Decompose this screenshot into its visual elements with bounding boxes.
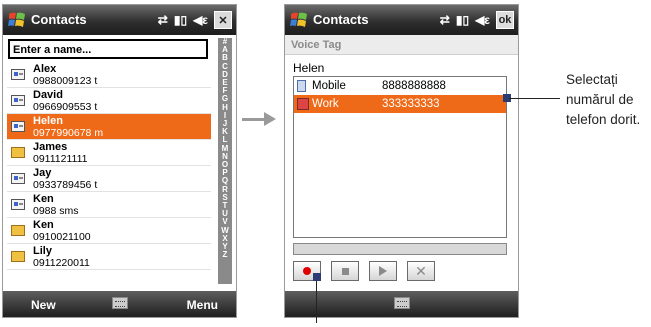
keyboard-icon[interactable]	[393, 297, 410, 309]
mobile-phone-icon	[297, 80, 306, 92]
contact-name: Helen	[293, 61, 325, 75]
contact-row[interactable]: Ken 0910021100	[7, 218, 211, 244]
play-icon	[379, 266, 387, 276]
contact-card-icon	[11, 173, 25, 184]
contact-name: Helen	[33, 115, 63, 127]
app-title: Contacts	[31, 12, 87, 27]
sync-icon[interactable]: ⇄	[158, 13, 168, 27]
voice-tag-screen: Contacts ⇄ ▮▯ ◀ε ok Voice Tag Helen Mobi…	[284, 4, 519, 318]
alphabet-letter[interactable]: Z	[218, 251, 232, 259]
flow-arrow-line	[242, 118, 266, 121]
contact-row[interactable]: Helen 0977990678 m	[7, 114, 211, 140]
contact-row[interactable]: James 0911121111	[7, 140, 211, 166]
record-icon	[303, 267, 311, 275]
contact-name: Ken	[33, 219, 54, 231]
keyboard-icon[interactable]	[111, 297, 128, 309]
new-softkey[interactable]: New	[31, 298, 56, 312]
number-label: Mobile	[312, 80, 346, 92]
contact-detail: 0910021100	[33, 231, 91, 243]
record-callout-marker	[313, 273, 321, 281]
app-title: Contacts	[313, 12, 369, 27]
menu-softkey[interactable]: Menu	[187, 298, 218, 312]
work-phone-icon	[297, 98, 309, 110]
softkey-bar: New Menu	[3, 291, 236, 317]
contact-row[interactable]: David 0966909553 t	[7, 88, 211, 114]
stop-button[interactable]	[331, 261, 359, 281]
windows-start-icon[interactable]	[289, 10, 309, 30]
contact-name: Ken	[33, 193, 54, 205]
contact-card-icon	[11, 121, 25, 132]
phone-number-row[interactable]: Mobile 8888888888	[294, 77, 506, 95]
signal-icon[interactable]: ▮▯	[174, 13, 187, 27]
contact-note-icon	[11, 225, 25, 236]
title-bar: Contacts ⇄ ▮▯ ◀ε ok	[285, 5, 518, 35]
phone-number-row[interactable]: Work 333333333	[294, 95, 506, 113]
close-button[interactable]: ✕	[214, 11, 232, 29]
contact-detail: 0911220011	[33, 257, 90, 269]
number-value: 8888888888	[382, 80, 446, 92]
signal-icon[interactable]: ▮▯	[456, 13, 469, 27]
record-callout-line	[316, 281, 317, 323]
contact-card-icon	[11, 69, 25, 80]
softkey-bar	[285, 291, 518, 317]
windows-start-icon[interactable]	[7, 10, 27, 30]
contact-list: Alex 0988009123 t David 0966909553 t Helen 09…	[7, 62, 211, 270]
volume-icon[interactable]: ◀ε	[475, 13, 490, 27]
delete-icon: ✕	[415, 263, 427, 279]
contact-row[interactable]: Alex 0988009123 t	[7, 62, 211, 88]
contact-card-icon	[11, 199, 25, 210]
contact-note-icon	[11, 147, 25, 158]
contact-detail: 0933789456 t	[33, 179, 98, 191]
flow-arrow-head-icon	[264, 112, 276, 126]
recording-progress-bar	[293, 243, 507, 255]
title-bar: Contacts ⇄ ▮▯ ◀ε ✕	[3, 5, 236, 35]
contact-row[interactable]: Ken 0988 sms	[7, 192, 211, 218]
contact-name: David	[33, 89, 63, 101]
number-label: Work	[312, 98, 339, 110]
stop-icon	[341, 267, 349, 275]
ok-button[interactable]: ok	[496, 11, 514, 29]
contact-note-icon	[11, 251, 25, 262]
contact-row[interactable]: Lily 0911220011	[7, 244, 211, 270]
contact-detail: 0911121111	[33, 153, 88, 165]
contact-detail: 0988 sms	[33, 205, 79, 217]
contact-name: James	[33, 141, 68, 153]
contact-detail: 0988009123 t	[33, 75, 98, 87]
search-input[interactable]: Enter a name...	[8, 39, 208, 59]
contact-card-icon	[11, 95, 25, 106]
volume-icon[interactable]: ◀ε	[193, 13, 208, 27]
contact-detail: 0966909553 t	[33, 101, 98, 113]
alphabet-index[interactable]: # A B C D E F G H I J K L M N O P Q R S T U V W X Y Z	[218, 37, 232, 284]
contact-name: Alex	[33, 63, 57, 75]
callout-line	[509, 98, 560, 99]
contact-row[interactable]: Jay 0933789456 t	[7, 166, 211, 192]
sync-icon[interactable]: ⇄	[440, 13, 450, 27]
contact-name: Lily	[33, 245, 52, 257]
contact-name: Jay	[33, 167, 52, 179]
callout-text: Selectați numărul de telefon dorit.	[566, 72, 641, 127]
play-button[interactable]	[369, 261, 397, 281]
section-header: Voice Tag	[285, 35, 518, 55]
number-value: 333333333	[382, 98, 440, 110]
phone-number-list: Mobile 8888888888 Work 333333333	[293, 76, 507, 238]
contacts-screen: Contacts ⇄ ▮▯ ◀ε ✕ Enter a name... # A B C D…	[2, 4, 237, 318]
delete-button[interactable]: ✕	[407, 261, 435, 281]
contact-detail: 0977990678 m	[33, 127, 104, 139]
